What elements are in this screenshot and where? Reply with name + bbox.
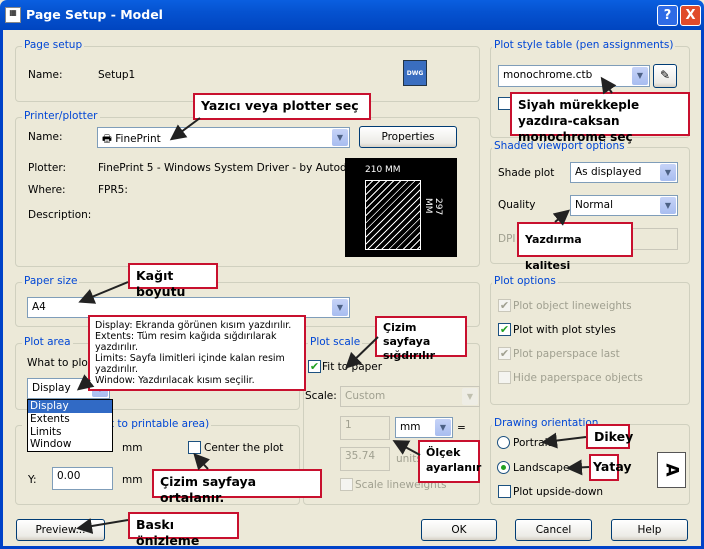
arrow: [600, 76, 617, 95]
arrow: [345, 336, 379, 369]
arrow: [193, 453, 211, 471]
arrow: [392, 440, 421, 456]
annotation-arrows: [76, 76, 617, 534]
arrow: [552, 209, 571, 226]
arrow: [78, 281, 129, 304]
arrow: [566, 459, 590, 476]
arrow: [76, 374, 95, 391]
arrow: [541, 432, 587, 449]
arrow: [76, 518, 129, 534]
arrow: [169, 117, 201, 141]
